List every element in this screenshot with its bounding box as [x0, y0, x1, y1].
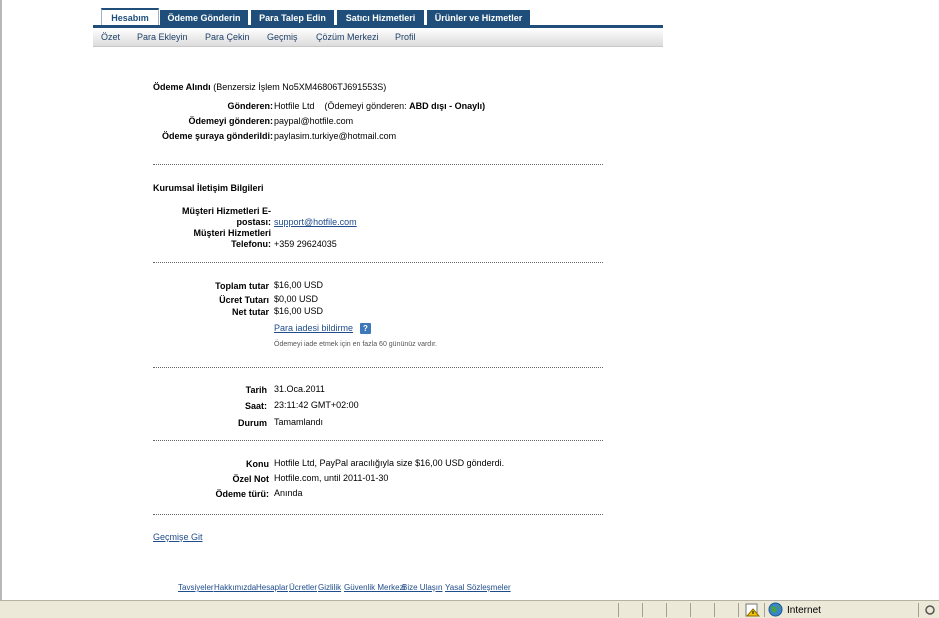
- time-label: Saat:: [244, 401, 267, 411]
- footer-link-yasal[interactable]: Yasal Sözleşmeler: [445, 583, 511, 592]
- support-phone-label-line1: Müşteri Hizmetleri: [193, 228, 271, 238]
- subnav-para-cekin[interactable]: Para Çekin: [205, 32, 250, 42]
- fee-label: Ücret Tutarı: [219, 295, 269, 305]
- date-label: Tarih: [245, 385, 267, 395]
- sub-navigation: Özet Para Ekleyin Para Çekin Geçmiş Çözü…: [93, 28, 663, 47]
- tab-urunler-ve-hizmetler[interactable]: Ürünler ve Hizmetler: [427, 10, 530, 26]
- internet-globe-icon: [768, 602, 783, 617]
- support-email-label: Müşteri Hizmetleri E- postası:: [153, 206, 271, 228]
- subnav-cozum-merkezi[interactable]: Çözüm Merkezi: [316, 32, 379, 42]
- divider: [153, 367, 603, 368]
- status-divider: [764, 603, 765, 617]
- payment-title: Ödeme Alındı: [153, 82, 211, 92]
- note-label: Özel Not: [232, 474, 269, 484]
- window-left-border: [0, 0, 2, 600]
- status-divider: [738, 603, 739, 617]
- payment-type-value: Anında: [274, 488, 303, 498]
- divider: [153, 262, 603, 263]
- subnav-gecmis[interactable]: Geçmiş: [267, 32, 298, 42]
- to-label: Ödeme şuraya gönderildi:: [161, 131, 273, 141]
- sender-label: Gönderen:: [227, 101, 273, 111]
- payment-heading: Ödeme Alındı (Benzersiz İşlem No5XM46806…: [153, 82, 386, 92]
- divider: [153, 164, 603, 165]
- corporate-title: Kurumsal İletişim Bilgileri: [153, 183, 264, 193]
- status-label: Durum: [238, 418, 267, 428]
- tab-satici-hizmetleri[interactable]: Satıcı Hizmetleri: [337, 10, 424, 26]
- subnav-para-ekleyin[interactable]: Para Ekleyin: [137, 32, 188, 42]
- footer-link-tavsiyeler[interactable]: Tavsiyeler: [178, 583, 214, 592]
- fee-value: $0,00 USD: [274, 294, 319, 304]
- divider: [153, 514, 603, 515]
- subnav-profil[interactable]: Profil: [395, 32, 416, 42]
- status-value: Tamamlandı: [274, 417, 324, 427]
- net-value: $16,00 USD: [274, 306, 324, 316]
- total-value: $16,00 USD: [274, 280, 324, 290]
- to-value: paylasim.turkiye@hotmail.com: [274, 131, 397, 141]
- footer-link-hesaplar[interactable]: Hesaplar: [256, 583, 288, 592]
- sender-value: Hotfile Ltd: [274, 101, 315, 111]
- footer-link-bize-ulasin[interactable]: Bize Ulaşın: [402, 583, 442, 592]
- status-divider: [642, 603, 643, 617]
- note-value: Hotfile.com, until 2011-01-30: [274, 473, 389, 483]
- footer-link-gizlilik[interactable]: Gizlilik: [318, 583, 341, 592]
- from-value: paypal@hotfile.com: [274, 116, 354, 126]
- footer-link-guvenlik[interactable]: Güvenlik Merkezi: [344, 583, 405, 592]
- sender-status-prefix: (Ödemeyi gönderen:: [324, 101, 407, 111]
- payment-type-label: Ödeme türü:: [215, 489, 269, 499]
- refund-link[interactable]: Para iadesi bildirme: [274, 323, 353, 333]
- status-divider: [666, 603, 667, 617]
- from-label: Ödemeyi gönderen:: [188, 116, 273, 126]
- total-label: Toplam tutar: [215, 281, 269, 291]
- date-value: 31.Oca.2011: [274, 384, 325, 394]
- back-to-history-link[interactable]: Geçmişe Git: [153, 532, 203, 542]
- status-divider: [618, 603, 619, 617]
- security-warning-icon[interactable]: [745, 603, 761, 617]
- support-phone-value: +359 29624035: [274, 239, 337, 249]
- sender-row: Hotfile Ltd (Ödemeyi gönderen: ABD dışı …: [274, 101, 485, 111]
- support-phone-label-line2: Telefonu:: [231, 239, 271, 249]
- support-email-link[interactable]: support@hotfile.com: [274, 217, 357, 227]
- status-divider: [690, 603, 691, 617]
- subject-label: Konu: [246, 459, 269, 469]
- security-zone-text: Internet: [787, 605, 821, 616]
- status-divider: [714, 603, 715, 617]
- divider: [153, 440, 603, 441]
- subject-value: Hotfile Ltd, PayPal aracılığıyla size $1…: [274, 458, 505, 468]
- footer-link-hakkimizda[interactable]: Hakkımızda: [214, 583, 256, 592]
- support-phone-label: Müşteri Hizmetleri Telefonu:: [153, 228, 271, 250]
- subnav-ozet[interactable]: Özet: [101, 32, 120, 42]
- footer-link-ucretler[interactable]: Ücretler: [289, 583, 317, 592]
- status-divider: [918, 603, 919, 617]
- tab-odeme-gonderin[interactable]: Ödeme Gönderin: [160, 10, 248, 26]
- transaction-id: (Benzersiz İşlem No5XM46806TJ691553S): [213, 82, 387, 92]
- sender-status: ABD dışı - Onaylı): [409, 101, 486, 111]
- time-value: 23:11:42 GMT+02:00: [274, 400, 359, 410]
- net-label: Net tutar: [231, 307, 269, 317]
- support-email-label-line2: postası:: [236, 217, 271, 227]
- zoom-icon[interactable]: [924, 604, 938, 616]
- support-email-label-line1: Müşteri Hizmetleri E-: [181, 206, 271, 216]
- help-icon[interactable]: ?: [360, 323, 371, 334]
- tab-para-talep-edin[interactable]: Para Talep Edin: [251, 10, 334, 26]
- browser-status-bar: Internet: [0, 600, 939, 618]
- refund-note: Ödemeyi iade etmek için en fazla 60 günü…: [274, 341, 438, 348]
